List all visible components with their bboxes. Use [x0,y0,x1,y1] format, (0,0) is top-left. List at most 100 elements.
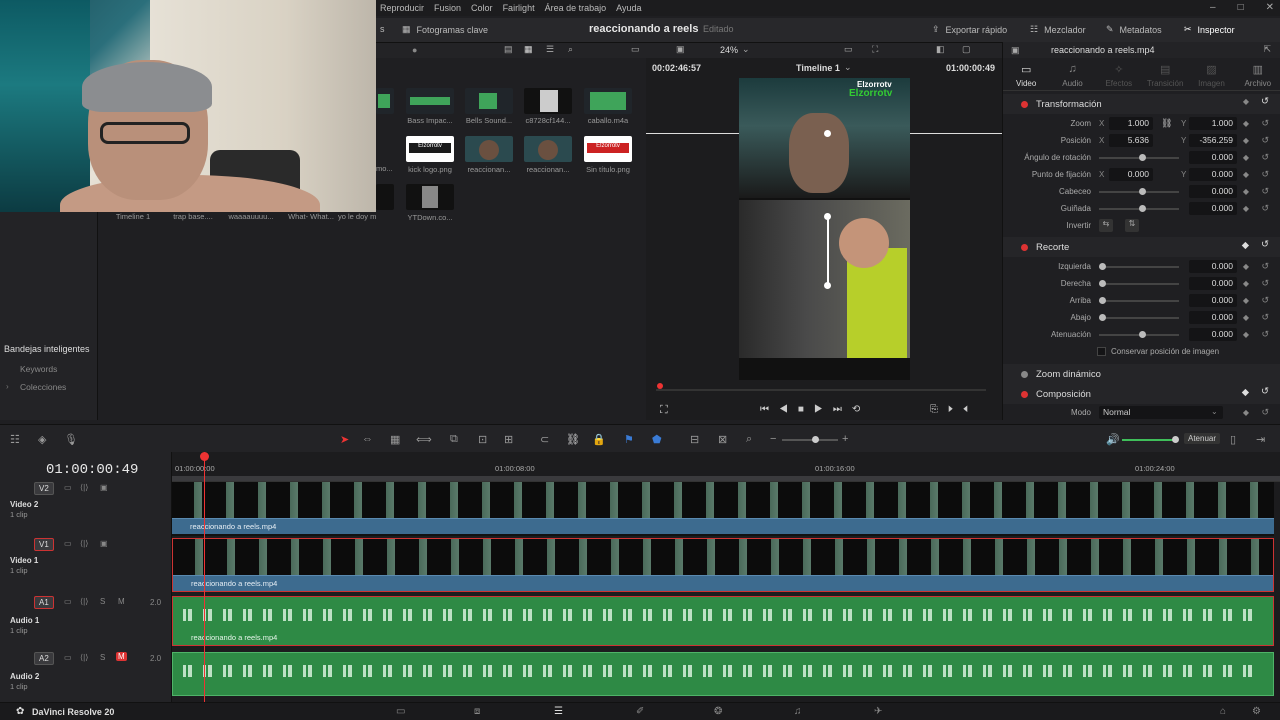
track-badge[interactable]: V2 [34,482,54,495]
reset-icon[interactable]: ↺ [1261,312,1269,323]
keyframes-button[interactable]: ▦ Fotogramas clave [402,24,488,35]
track-visibility-icon[interactable]: ▣ [100,483,108,492]
reset-icon[interactable]: ↺ [1261,261,1269,272]
media-clip-partial[interactable] [376,184,394,210]
menu-item-workspace[interactable]: Área de trabajo [545,3,607,13]
eye-icon[interactable]: ◈ [38,433,46,446]
volume-slider[interactable] [1122,436,1179,443]
flip-horizontal-icon[interactable]: ⇆ [1099,219,1113,232]
reset-icon[interactable]: ↺ [1261,135,1269,146]
crop-softness-input[interactable]: 0.000 [1189,328,1237,341]
keyframe-icon[interactable]: ◆ [1243,330,1249,339]
expand-chevron-icon[interactable]: › [6,382,9,391]
inspector-button[interactable]: ✂ Inspector [1184,24,1235,35]
enable-toggle[interactable] [1021,243,1028,251]
audio-clip-a1[interactable]: reaccionando a reels.mp4 [172,596,1274,646]
size-slider-knob-icon[interactable]: ● [412,45,417,55]
scroll-left-icon[interactable]: s [380,24,385,34]
keyframe-icon[interactable]: ◆ [1243,119,1249,128]
lock-track-icon[interactable]: ▭ [64,539,72,548]
timeline-chevron-icon[interactable]: ⌄ [844,62,852,73]
quick-export-button[interactable]: ⇪ Exportar rápido [932,24,1007,35]
lock-track-icon[interactable]: ▭ [64,653,72,662]
crop-top-slider[interactable] [1099,297,1179,304]
tab-video[interactable]: ▭ Video [1003,59,1049,90]
crop-bottom-slider[interactable] [1099,314,1179,321]
keyframe-icon[interactable]: ◆ [1243,204,1249,213]
media-clip[interactable] [406,88,454,114]
next-clip-icon[interactable]: ⏵ [948,404,963,415]
inspector-options-icon[interactable]: ⇱ [1263,44,1271,55]
viewer-layout-icon[interactable]: ▣ [676,44,685,55]
reset-icon[interactable]: ↺ [1261,407,1269,418]
playhead[interactable] [200,452,209,702]
transform-handle-top[interactable] [824,213,831,220]
anchor-y-input[interactable]: 0.000 [1189,168,1237,181]
enable-toggle[interactable] [1021,390,1028,398]
menu-item-reproducir[interactable]: Reproducir [380,3,424,13]
select-tool-icon[interactable]: ➤ [340,433,349,446]
reset-icon[interactable]: ↺ [1261,186,1269,197]
timeline-ruler[interactable]: 01:00:00:00 01:00:08:00 01:00:16:00 01:0… [172,452,1280,482]
retain-checkbox[interactable] [1097,347,1106,356]
fairlight-page-icon[interactable]: ♫ [794,706,802,717]
rotation-slider[interactable] [1099,154,1179,161]
zoom-out-icon[interactable]: − [770,433,776,445]
fullscreen-icon[interactable]: ▢ [962,44,971,55]
minimize-button[interactable]: – [1210,2,1216,13]
media-clip[interactable] [465,136,513,162]
zoom-slider[interactable] [782,436,838,443]
rotation-input[interactable]: 0.000 [1189,151,1237,164]
audio-clip-a2[interactable] [172,652,1274,696]
deliver-page-icon[interactable]: ✈ [874,706,882,717]
auto-select-icon[interactable]: ⟨|⟩ [80,653,88,662]
zoom-x-input[interactable]: 1.000 [1109,117,1153,130]
tab-file[interactable]: ▥ Archivo [1235,59,1280,90]
solo-icon[interactable]: S [100,597,105,606]
flip-vertical-icon[interactable]: ⇅ [1125,219,1139,232]
position-x-input[interactable]: 5.636 [1109,134,1153,147]
layout-icon[interactable]: ☷ [10,433,20,446]
crop-softness-slider[interactable] [1099,331,1179,338]
reset-icon[interactable]: ↺ [1261,203,1269,214]
keyframe-icon[interactable]: ◆ [1243,170,1249,179]
reset-icon[interactable]: ↺ [1261,386,1269,397]
crop-top-input[interactable]: 0.000 [1189,294,1237,307]
home-icon[interactable]: ⌂ [1220,706,1226,717]
transform-tool-icon[interactable]: ⛶ [872,44,878,55]
slider-knob[interactable] [1099,314,1106,321]
edit-page-icon[interactable]: ☰ [554,706,563,717]
color-page-icon[interactable]: ❂ [714,706,722,717]
meter-icon[interactable]: ▯ [1230,433,1236,446]
replace-clip-icon[interactable]: ⊞ [504,433,513,446]
cut-page-icon[interactable]: ⧈ [474,706,480,717]
tab-image[interactable]: ▨ Imagen [1188,59,1234,90]
marker-icon[interactable]: ⬟ [652,433,662,446]
keyframe-icon[interactable]: ◆ [1242,240,1249,251]
keyframe-icon[interactable]: ◆ [1242,387,1249,398]
reset-icon[interactable]: ↺ [1261,278,1269,289]
zoom-chevron-icon[interactable]: ⌄ [742,44,750,55]
loop-icon[interactable]: ⟲ [852,404,870,415]
media-clip[interactable] [406,184,454,210]
fusion-page-icon[interactable]: ✐ [636,706,644,717]
transform-handle-bottom[interactable] [824,282,831,289]
yaw-slider[interactable] [1099,205,1179,212]
scrubber-bar[interactable] [656,389,986,391]
keyframe-icon[interactable]: ◆ [1243,97,1249,106]
attenuate-button[interactable]: Atenuar [1184,433,1221,444]
anchor-x-input[interactable]: 0.000 [1109,168,1153,181]
keyframe-icon[interactable]: ◆ [1243,187,1249,196]
composite-mode-select[interactable]: Normal [1099,406,1223,419]
tab-audio[interactable]: ♫ Audio [1049,59,1095,90]
mute-icon[interactable]: M [116,652,127,661]
yaw-input[interactable]: 0.000 [1189,202,1237,215]
mixer-button[interactable]: ☷ Mezclador [1030,24,1086,35]
linked-selection-icon[interactable]: ⛓ [566,433,580,446]
reset-icon[interactable]: ↺ [1261,239,1269,250]
timeline-selector[interactable]: Timeline 1 [796,63,840,73]
tab-transition[interactable]: ▤ Transición [1142,59,1188,90]
scrubber-handle[interactable] [657,383,663,389]
track-badge[interactable]: V1 [34,538,54,551]
dynamic-trim-icon[interactable]: ⟺ [416,433,432,446]
